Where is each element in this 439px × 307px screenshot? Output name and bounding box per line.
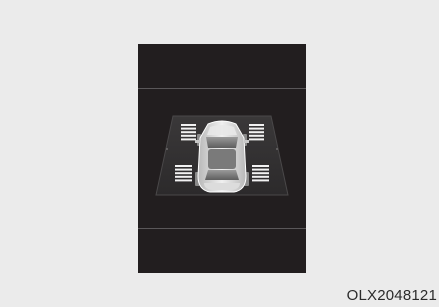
parking-display-panel — [138, 44, 306, 273]
display-divider-bottom — [138, 228, 306, 229]
sensor-bar — [175, 168, 192, 171]
car-top-view-icon — [195, 120, 249, 193]
sensor-bar — [181, 131, 196, 134]
sensor-bar — [175, 175, 192, 178]
sensor-bar — [252, 165, 269, 167]
sensor-bar — [249, 134, 264, 137]
sensor-bar — [181, 138, 196, 141]
sensor-bar — [249, 124, 264, 126]
sensor-bar — [181, 124, 196, 126]
sensor-bar — [252, 175, 269, 178]
parking-sensor-display-icon — [155, 115, 289, 196]
sensor-bar — [252, 168, 269, 171]
sensor-bar — [249, 127, 264, 130]
figure-code-label: OLX2048121 — [346, 287, 437, 304]
sensor-bar — [175, 179, 192, 182]
sensor-bar — [249, 138, 264, 141]
sensor-bar — [181, 127, 196, 130]
sensor-bar — [252, 179, 269, 182]
sensor-bar — [249, 131, 264, 134]
sensor-bar — [252, 172, 269, 175]
sensor-bar — [181, 134, 196, 137]
sensor-bar — [175, 172, 192, 175]
sensor-bar — [175, 165, 192, 167]
